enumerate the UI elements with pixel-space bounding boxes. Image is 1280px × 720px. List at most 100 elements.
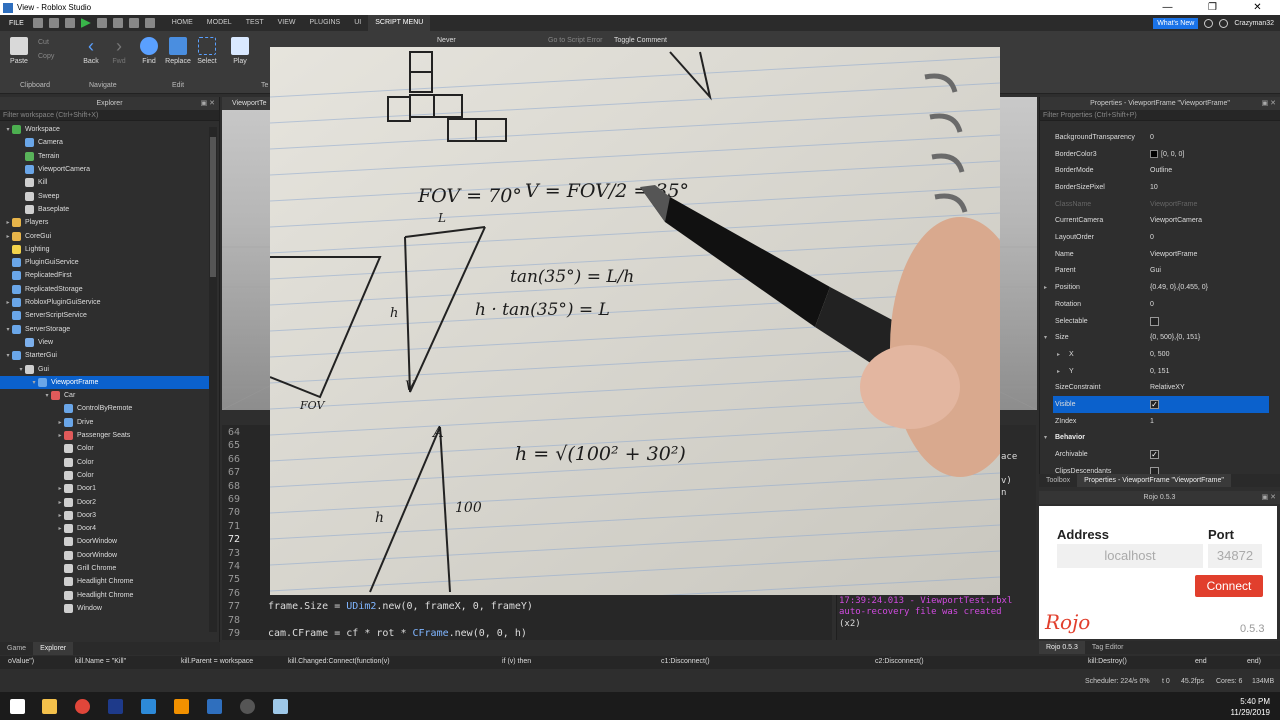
- open-icon[interactable]: [48, 18, 59, 28]
- property-value[interactable]: 0: [1150, 301, 1154, 308]
- explorer-item[interactable]: ▾ ViewportFrame: [0, 375, 210, 389]
- cut-button[interactable]: Cut: [38, 39, 49, 46]
- explorer-item[interactable]: ▸ CoreGui: [0, 229, 210, 242]
- play-button[interactable]: Play: [229, 37, 251, 65]
- property-row[interactable]: CurrentCamera ViewportCamera: [1039, 213, 1269, 230]
- command-bar[interactable]: oValue") kill.Name = "Kill" kill.Parent = …: [0, 656, 1280, 669]
- expand-arrow-icon[interactable]: ▾: [1044, 434, 1047, 441]
- tab-explorer[interactable]: Explorer: [33, 642, 74, 655]
- expand-arrow-icon[interactable]: ▸: [56, 432, 64, 439]
- expand-arrow-icon[interactable]: ▸: [4, 219, 12, 226]
- paste-button[interactable]: Paste: [8, 37, 30, 65]
- explorer-item[interactable]: ▾ StarterGui: [0, 349, 210, 362]
- expand-arrow-icon[interactable]: ▾: [1044, 334, 1047, 341]
- chrome-icon[interactable]: [75, 699, 90, 714]
- sublime-icon[interactable]: [174, 699, 189, 714]
- property-value[interactable]: Gui: [1150, 267, 1161, 274]
- clock[interactable]: 5:40 PM 11/29/2019: [1231, 696, 1270, 718]
- tab-test[interactable]: TEST: [239, 15, 271, 31]
- pin-icon[interactable]: ▣ ✕: [1262, 491, 1276, 504]
- code-line-79[interactable]: cam.CFrame = cf * rot * CFrame.new(0, 0,…: [268, 628, 527, 639]
- never-option[interactable]: Never: [437, 37, 456, 44]
- explorer-item[interactable]: Grill Chrome: [0, 562, 210, 575]
- property-value[interactable]: ViewportFrame: [1150, 201, 1197, 208]
- tab-model[interactable]: MODEL: [200, 15, 239, 31]
- pin-icon[interactable]: ▣ ✕: [1262, 97, 1276, 110]
- explorer-item[interactable]: ReplicatedFirst: [0, 269, 210, 282]
- property-row[interactable]: Visible ✓: [1053, 396, 1269, 413]
- explorer-item[interactable]: Lighting: [0, 243, 210, 256]
- explorer-item[interactable]: Baseplate: [0, 203, 210, 216]
- toggle-comment-button[interactable]: Toggle Comment: [614, 37, 667, 44]
- app-icon[interactable]: [273, 699, 288, 714]
- property-row[interactable]: ▸ X 0, 500: [1039, 346, 1269, 363]
- expand-arrow-icon[interactable]: ▸: [1057, 351, 1060, 358]
- forward-button[interactable]: › Fwd: [108, 37, 130, 65]
- expand-arrow-icon[interactable]: ▾: [4, 352, 12, 359]
- rojo-port-input[interactable]: 34872: [1208, 544, 1262, 568]
- color-swatch-icon[interactable]: [1150, 150, 1158, 159]
- explorer-item[interactable]: ReplicatedStorage: [0, 283, 210, 296]
- explorer-item[interactable]: ▾ Workspace: [0, 123, 210, 136]
- scroll-thumb[interactable]: [210, 137, 216, 277]
- explorer-item[interactable]: ▸ Drive: [0, 416, 210, 429]
- explorer-item[interactable]: ▸ Door1: [0, 482, 210, 495]
- property-value[interactable]: {0, 500},{0, 151}: [1150, 334, 1200, 341]
- property-value[interactable]: RelativeXY: [1150, 384, 1185, 391]
- property-value[interactable]: Outline: [1150, 167, 1172, 174]
- replace-button[interactable]: Replace: [163, 37, 193, 65]
- roblox-studio-taskbar-icon[interactable]: [207, 699, 222, 714]
- explorer-item[interactable]: ▸ Door3: [0, 509, 210, 522]
- explorer-item[interactable]: ControlByRemote: [0, 402, 210, 415]
- property-row[interactable]: SizeConstraint RelativeXY: [1039, 380, 1269, 397]
- select-button[interactable]: Select: [196, 37, 218, 65]
- obs-icon[interactable]: [240, 699, 255, 714]
- explorer-item[interactable]: Color: [0, 442, 210, 455]
- back-button[interactable]: ‹ Back: [80, 37, 102, 65]
- explorer-item[interactable]: ▸ Door4: [0, 522, 210, 535]
- checkbox-checked[interactable]: ✓: [1150, 400, 1159, 410]
- property-value[interactable]: 0, 500: [1150, 351, 1169, 358]
- code-line-77[interactable]: frame.Size = UDim2.new(0, frameX, 0, fra…: [268, 601, 533, 612]
- property-row[interactable]: Name ViewportFrame: [1039, 246, 1269, 263]
- property-row[interactable]: BorderMode Outline: [1039, 162, 1269, 179]
- expand-arrow-icon[interactable]: ▸: [1057, 368, 1060, 375]
- explorer-item[interactable]: ▸ Passenger Seats: [0, 429, 210, 442]
- explorer-item[interactable]: ▸ Door2: [0, 495, 210, 508]
- explorer-item[interactable]: DoorWindow: [0, 535, 210, 548]
- layout-icon[interactable]: [144, 18, 155, 28]
- expand-arrow-icon[interactable]: ▸: [56, 419, 64, 426]
- checkbox-checked[interactable]: ✓: [1150, 450, 1159, 460]
- expand-arrow-icon[interactable]: ▾: [4, 326, 12, 333]
- start-icon[interactable]: [10, 699, 25, 714]
- explorer-item[interactable]: ViewportCamera: [0, 163, 210, 176]
- maximize-button[interactable]: ❐: [1190, 2, 1235, 13]
- whats-new-button[interactable]: What's New: [1153, 17, 1199, 29]
- file-explorer-icon[interactable]: [42, 699, 57, 714]
- explorer-item[interactable]: Headlight Chrome: [0, 589, 210, 602]
- explorer-item[interactable]: ▾ Gui: [0, 362, 210, 375]
- tab-ui[interactable]: UI: [347, 15, 368, 31]
- goto-script-error-button[interactable]: Go to Script Error: [548, 37, 602, 44]
- photoshop-icon[interactable]: [108, 699, 123, 714]
- property-row[interactable]: Selectable: [1039, 313, 1269, 330]
- rojo-address-input[interactable]: localhost: [1057, 544, 1203, 568]
- file-menu[interactable]: FILE: [0, 20, 33, 27]
- property-value[interactable]: [0, 0, 0]: [1150, 150, 1184, 159]
- close-button[interactable]: ✕: [1235, 2, 1280, 13]
- vscode-icon[interactable]: [141, 699, 156, 714]
- explorer-item[interactable]: Terrain: [0, 150, 210, 163]
- expand-arrow-icon[interactable]: ▸: [56, 512, 64, 519]
- tab-properties[interactable]: Properties - ViewportFrame "ViewportFram…: [1077, 474, 1231, 487]
- property-value[interactable]: ViewportCamera: [1150, 217, 1202, 224]
- tab-rojo[interactable]: Rojo 0.5.3: [1039, 641, 1085, 654]
- save-icon[interactable]: [64, 18, 75, 28]
- explorer-item[interactable]: DoorWindow: [0, 549, 210, 562]
- property-row[interactable]: BorderSizePixel 10: [1039, 179, 1269, 196]
- property-row[interactable]: BackgroundTransparency 0: [1039, 129, 1269, 146]
- property-row[interactable]: ▾ Size {0, 500},{0, 151}: [1039, 329, 1269, 346]
- expand-arrow-icon[interactable]: ▸: [56, 485, 64, 492]
- expand-arrow-icon[interactable]: ▸: [56, 525, 64, 532]
- help-icon[interactable]: [1204, 18, 1214, 28]
- expand-arrow-icon[interactable]: ▸: [4, 299, 12, 306]
